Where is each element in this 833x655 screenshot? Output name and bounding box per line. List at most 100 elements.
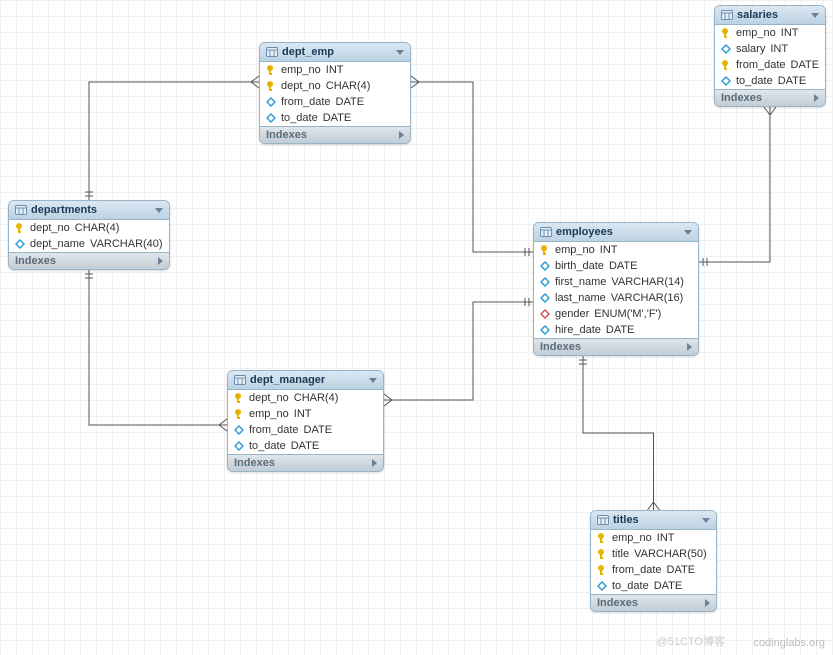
column-row: to_date DATE <box>591 578 716 594</box>
column-row: first_name VARCHAR(14) <box>534 274 698 290</box>
column-name: to_date <box>612 580 649 592</box>
table-header[interactable]: dept_manager <box>228 371 383 390</box>
indexes-label: Indexes <box>266 129 307 141</box>
diamond-icon <box>266 97 276 107</box>
arrow-right-icon <box>399 131 404 139</box>
table-icon <box>721 10 733 20</box>
table-icon <box>266 47 278 57</box>
column-name: from_date <box>249 424 299 436</box>
indexes-row[interactable]: Indexes <box>534 338 698 355</box>
diamond-icon <box>597 581 607 591</box>
key-icon <box>540 245 550 255</box>
indexes-row[interactable]: Indexes <box>9 252 169 269</box>
indexes-label: Indexes <box>540 341 581 353</box>
key-icon <box>597 533 607 543</box>
key-icon <box>266 65 276 75</box>
column-name: to_date <box>281 112 318 124</box>
column-row: emp_no INT <box>260 62 410 78</box>
table-header[interactable]: departments <box>9 201 169 220</box>
column-type: DATE <box>336 96 365 108</box>
table-icon <box>15 205 27 215</box>
indexes-row[interactable]: Indexes <box>228 454 383 471</box>
arrow-down-icon <box>396 50 404 55</box>
table-title: dept_manager <box>250 374 365 386</box>
indexes-row[interactable]: Indexes <box>715 89 825 106</box>
arrow-down-icon <box>702 518 710 523</box>
column-type: DATE <box>609 260 638 272</box>
column-name: birth_date <box>555 260 604 272</box>
indexes-row[interactable]: Indexes <box>260 126 410 143</box>
column-name: from_date <box>281 96 331 108</box>
column-type: DATE <box>606 324 635 336</box>
column-name: gender <box>555 308 589 320</box>
table-employees[interactable]: employeesemp_no INTbirth_date DATEfirst_… <box>533 222 699 356</box>
column-type: DATE <box>791 59 820 71</box>
key-icon <box>721 28 731 38</box>
table-header[interactable]: titles <box>591 511 716 530</box>
diamond-icon <box>234 425 244 435</box>
diamond-icon <box>721 76 731 86</box>
table-salaries[interactable]: salariesemp_no INTsalary INTfrom_date DA… <box>714 5 826 107</box>
column-name: dept_no <box>281 80 321 92</box>
arrow-right-icon <box>705 599 710 607</box>
table-titles[interactable]: titlesemp_no INTtitle VARCHAR(50)from_da… <box>590 510 717 612</box>
column-row: emp_no INT <box>228 406 383 422</box>
table-departments[interactable]: departmentsdept_no CHAR(4)dept_name VARC… <box>8 200 170 270</box>
column-name: dept_no <box>30 222 70 234</box>
column-row: hire_date DATE <box>534 322 698 338</box>
watermark-secondary: @51CTO博客 <box>657 633 725 649</box>
indexes-row[interactable]: Indexes <box>591 594 716 611</box>
column-name: dept_name <box>30 238 85 250</box>
arrow-right-icon <box>372 459 377 467</box>
column-row: from_date DATE <box>715 57 825 73</box>
table-title: salaries <box>737 9 807 21</box>
column-type: DATE <box>291 440 320 452</box>
indexes-label: Indexes <box>597 597 638 609</box>
diamond-icon <box>540 325 550 335</box>
column-name: emp_no <box>555 244 595 256</box>
table-dept_manager[interactable]: dept_managerdept_no CHAR(4)emp_no INTfro… <box>227 370 384 472</box>
table-header[interactable]: dept_emp <box>260 43 410 62</box>
table-dept_emp[interactable]: dept_empemp_no INTdept_no CHAR(4)from_da… <box>259 42 411 144</box>
arrow-down-icon <box>369 378 377 383</box>
key-icon <box>15 223 25 233</box>
column-row: from_date DATE <box>260 94 410 110</box>
column-type: DATE <box>304 424 333 436</box>
table-icon <box>234 375 246 385</box>
column-row: emp_no INT <box>591 530 716 546</box>
column-row: emp_no INT <box>715 25 825 41</box>
column-row: from_date DATE <box>228 422 383 438</box>
column-type: DATE <box>654 580 683 592</box>
column-type: INT <box>781 27 799 39</box>
column-type: VARCHAR(16) <box>611 292 684 304</box>
diamond-icon <box>540 293 550 303</box>
column-name: salary <box>736 43 765 55</box>
key-icon <box>597 565 607 575</box>
diamond-icon <box>234 441 244 451</box>
column-name: last_name <box>555 292 606 304</box>
column-row: dept_no CHAR(4) <box>9 220 169 236</box>
column-type: VARCHAR(14) <box>611 276 684 288</box>
arrow-down-icon <box>684 230 692 235</box>
table-header[interactable]: salaries <box>715 6 825 25</box>
column-row: dept_no CHAR(4) <box>260 78 410 94</box>
key-icon <box>234 409 244 419</box>
column-type: INT <box>657 532 675 544</box>
diamond-icon <box>15 239 25 249</box>
column-row: dept_no CHAR(4) <box>228 390 383 406</box>
column-name: dept_no <box>249 392 289 404</box>
table-header[interactable]: employees <box>534 223 698 242</box>
table-title: employees <box>556 226 680 238</box>
column-row: salary INT <box>715 41 825 57</box>
diamond-red-icon <box>540 309 550 319</box>
key-icon <box>266 81 276 91</box>
column-type: INT <box>770 43 788 55</box>
column-type: DATE <box>667 564 696 576</box>
indexes-label: Indexes <box>234 457 275 469</box>
column-name: first_name <box>555 276 606 288</box>
column-name: emp_no <box>281 64 321 76</box>
column-type: CHAR(4) <box>326 80 371 92</box>
indexes-label: Indexes <box>15 255 56 267</box>
column-row: last_name VARCHAR(16) <box>534 290 698 306</box>
column-name: hire_date <box>555 324 601 336</box>
